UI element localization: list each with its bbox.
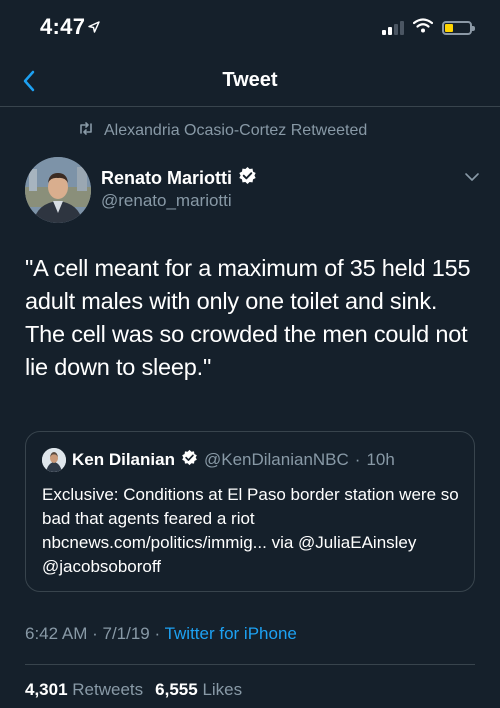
wifi-icon <box>412 18 434 38</box>
quoted-tweet-card[interactable]: Ken Dilanian @KenDilanianNBC · 10h Exclu… <box>25 431 475 592</box>
tweet-date: 7/1/19 <box>102 624 150 643</box>
chevron-down-icon[interactable] <box>464 169 480 187</box>
signal-icon <box>382 21 404 35</box>
author-handle[interactable]: @renato_mariotti <box>101 191 232 211</box>
status-icons <box>382 18 475 38</box>
tweet-text: "A cell meant for a maximum of 35 held 1… <box>25 255 471 380</box>
quoted-author-name: Ken Dilanian <box>72 450 175 469</box>
tweet-time: 6:42 AM <box>25 624 88 643</box>
quoted-tweet-header: Ken Dilanian @KenDilanianNBC · 10h <box>42 448 395 472</box>
quoted-separator: · <box>354 450 361 469</box>
quoted-author-avatar <box>42 448 66 472</box>
retweets-label: Retweets <box>72 680 144 699</box>
nav-bar: Tweet <box>0 56 500 107</box>
tweet-meta: 6:42 AM · 7/1/19 · Twitter for iPhone <box>25 624 297 644</box>
battery-icon <box>442 21 475 35</box>
verified-badge-icon <box>238 166 257 190</box>
likes-label: Likes <box>202 680 243 699</box>
retweet-context[interactable]: Alexandria Ocasio-Cortez Retweeted <box>78 122 367 140</box>
author-name: Renato Mariotti <box>101 167 233 188</box>
page-title: Tweet <box>222 69 278 91</box>
retweets-count: 4,301 <box>25 680 68 699</box>
likes-count: 6,555 <box>155 680 198 699</box>
author-avatar[interactable] <box>25 157 91 223</box>
location-arrow-icon <box>88 20 100 38</box>
meta-separator: · <box>92 624 103 643</box>
tweet-stats: 4,301 Retweets 6,555 Likes <box>25 680 242 700</box>
quoted-author-handle: @KenDilanianNBC <box>203 450 349 469</box>
divider <box>25 664 475 665</box>
status-time: 4:47 <box>40 14 86 39</box>
verified-badge-icon <box>181 449 198 471</box>
tweet-author: Renato Mariotti @renato_mariotti <box>25 157 480 223</box>
tweet-source-link[interactable]: Twitter for iPhone <box>165 624 297 643</box>
retweet-context-label: Alexandria Ocasio-Cortez Retweeted <box>104 122 368 139</box>
retweets-stat[interactable]: 4,301 Retweets <box>25 680 143 700</box>
status-bar: 4:47 <box>0 0 500 56</box>
quoted-tweet-text: Exclusive: Conditions at El Paso border … <box>42 485 459 576</box>
retweet-icon <box>78 122 94 140</box>
quoted-timestamp: 10h <box>366 450 395 469</box>
meta-separator: · <box>154 624 165 643</box>
battery-level <box>445 24 453 32</box>
likes-stat[interactable]: 6,555 Likes <box>155 680 242 700</box>
author-name-row[interactable]: Renato Mariotti <box>101 166 257 190</box>
